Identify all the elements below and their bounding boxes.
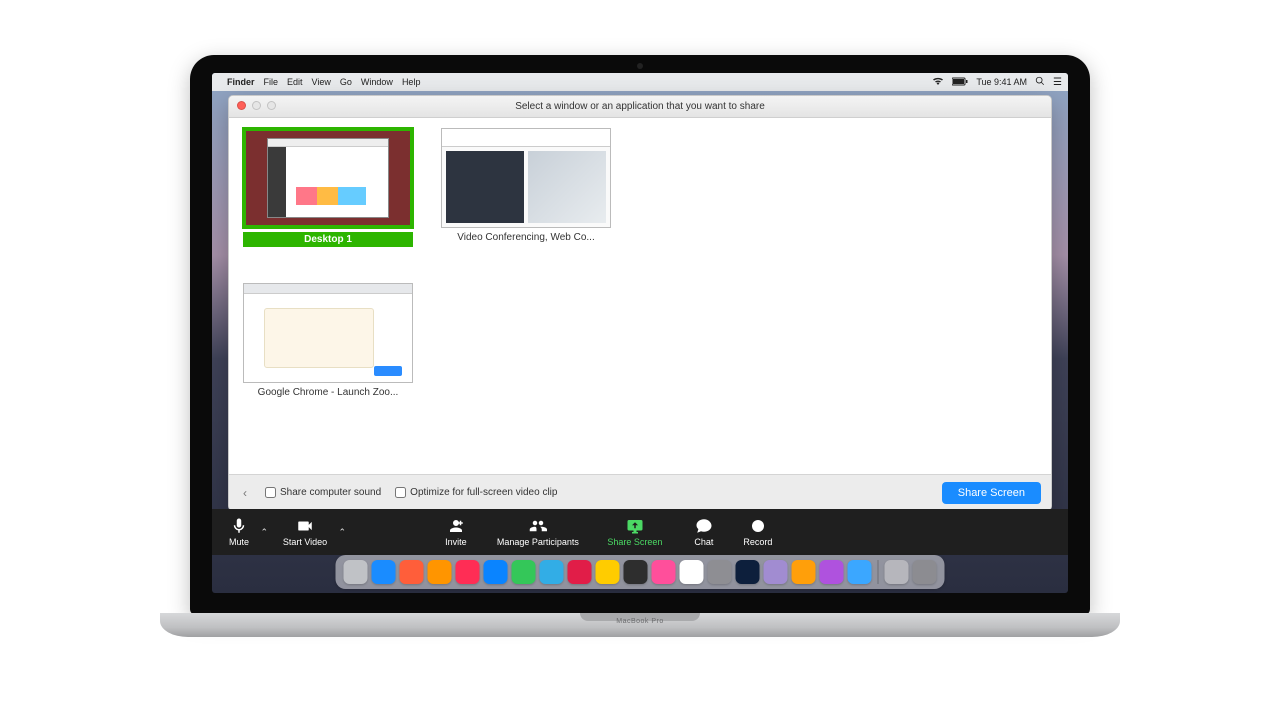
menubar-app-name[interactable]: Finder	[227, 77, 255, 87]
share-thumbnails-grid: Desktop 1 Video Conferencing, Web Co...	[229, 118, 1051, 474]
dock-app[interactable]	[456, 560, 480, 584]
wifi-icon[interactable]	[932, 76, 944, 88]
start-video-label: Start Video	[283, 537, 327, 547]
invite-icon	[447, 517, 465, 535]
dock-app[interactable]	[484, 560, 508, 584]
device-label: MacBook Pro	[616, 618, 664, 625]
menubar-clock[interactable]: Tue 9:41 AM	[976, 77, 1027, 87]
dock-app[interactable]	[540, 560, 564, 584]
dock-app[interactable]	[568, 560, 592, 584]
minimize-window-button[interactable]	[252, 101, 261, 110]
manage-participants-label: Manage Participants	[497, 537, 579, 547]
menubar-item[interactable]: Go	[340, 77, 352, 87]
maximize-window-button[interactable]	[267, 101, 276, 110]
dock-separator	[878, 560, 879, 584]
control-center-icon[interactable]: ☰	[1053, 77, 1062, 88]
share-select-window: Select a window or an application that y…	[228, 95, 1052, 511]
dock-app[interactable]	[512, 560, 536, 584]
video-camera-icon	[296, 517, 314, 535]
zoom-meeting-toolbar: Mute ⌃ Start Video ⌃ Invite Manage Parti…	[212, 509, 1068, 555]
share-sound-checkbox-input[interactable]	[265, 487, 276, 498]
dock-app[interactable]	[400, 560, 424, 584]
window-titlebar: Select a window or an application that y…	[229, 96, 1051, 118]
dock-app[interactable]	[736, 560, 760, 584]
window-traffic-lights	[237, 101, 276, 110]
manage-participants-button[interactable]: Manage Participants	[483, 517, 593, 547]
screen-bezel: Finder File Edit View Go Window Help Tue…	[190, 55, 1090, 615]
dock-app[interactable]	[764, 560, 788, 584]
chat-button[interactable]: Chat	[677, 517, 731, 547]
share-source-chrome[interactable]: Google Chrome - Launch Zoo...	[243, 283, 413, 398]
share-source-video-conferencing[interactable]: Video Conferencing, Web Co...	[441, 128, 611, 247]
macos-menubar: Finder File Edit View Go Window Help Tue…	[212, 73, 1068, 91]
search-icon[interactable]	[1035, 76, 1045, 88]
close-window-button[interactable]	[237, 101, 246, 110]
share-screen-icon	[626, 517, 644, 535]
mute-label: Mute	[229, 537, 249, 547]
chat-icon	[695, 517, 713, 535]
dock-app[interactable]	[708, 560, 732, 584]
laptop-base: MacBook Pro	[160, 613, 1120, 637]
battery-icon[interactable]	[952, 77, 968, 88]
start-video-button[interactable]: Start Video ⌃	[266, 517, 344, 547]
dock-app[interactable]	[885, 560, 909, 584]
dock-app[interactable]	[913, 560, 937, 584]
menubar-item[interactable]: Edit	[287, 77, 303, 87]
record-button[interactable]: Record	[731, 517, 785, 547]
dock-app[interactable]	[792, 560, 816, 584]
optimize-clip-label: Optimize for full-screen video clip	[410, 487, 557, 498]
laptop-frame: Finder File Edit View Go Window Help Tue…	[190, 55, 1090, 655]
dock-app[interactable]	[372, 560, 396, 584]
share-thumb-preview	[441, 128, 611, 228]
share-thumb-label: Desktop 1	[243, 232, 413, 247]
dock-app[interactable]	[680, 560, 704, 584]
microphone-icon	[230, 517, 248, 535]
share-thumb-label: Google Chrome - Launch Zoo...	[243, 387, 413, 398]
chat-label: Chat	[694, 537, 713, 547]
dock-app[interactable]	[820, 560, 844, 584]
window-title: Select a window or an application that y…	[515, 101, 765, 112]
menubar-item[interactable]: Help	[402, 77, 421, 87]
record-label: Record	[743, 537, 772, 547]
menubar-item[interactable]: Window	[361, 77, 393, 87]
share-sound-label: Share computer sound	[280, 487, 381, 498]
optimize-clip-checkbox[interactable]: Optimize for full-screen video clip	[395, 487, 557, 498]
share-thumb-label: Video Conferencing, Web Co...	[441, 232, 611, 243]
menubar-item[interactable]: View	[312, 77, 331, 87]
chevron-up-icon[interactable]: ⌃	[338, 527, 346, 538]
share-options-bar: ‹ Share computer sound Optimize for full…	[229, 474, 1051, 510]
participants-icon	[529, 517, 547, 535]
dock-app[interactable]	[652, 560, 676, 584]
camera-dot	[637, 63, 643, 69]
dock-app[interactable]	[624, 560, 648, 584]
share-thumb-preview	[243, 128, 413, 228]
back-button[interactable]: ‹	[239, 486, 251, 500]
share-screen-button[interactable]: Share Screen	[942, 482, 1041, 504]
record-icon	[749, 517, 767, 535]
invite-label: Invite	[445, 537, 467, 547]
dock-app[interactable]	[428, 560, 452, 584]
share-screen-toolbar-button[interactable]: Share Screen	[593, 517, 677, 547]
share-sound-checkbox[interactable]: Share computer sound	[265, 487, 381, 498]
share-screen-toolbar-label: Share Screen	[607, 537, 662, 547]
dock-app[interactable]	[848, 560, 872, 584]
screen: Finder File Edit View Go Window Help Tue…	[212, 73, 1068, 593]
dock-app[interactable]	[344, 560, 368, 584]
share-source-desktop-1[interactable]: Desktop 1	[243, 128, 413, 247]
menubar-item[interactable]: File	[264, 77, 279, 87]
mute-button[interactable]: Mute ⌃	[212, 517, 266, 547]
macos-dock	[336, 555, 945, 589]
dock-app[interactable]	[596, 560, 620, 584]
invite-button[interactable]: Invite	[429, 517, 483, 547]
optimize-clip-checkbox-input[interactable]	[395, 487, 406, 498]
share-thumb-preview	[243, 283, 413, 383]
